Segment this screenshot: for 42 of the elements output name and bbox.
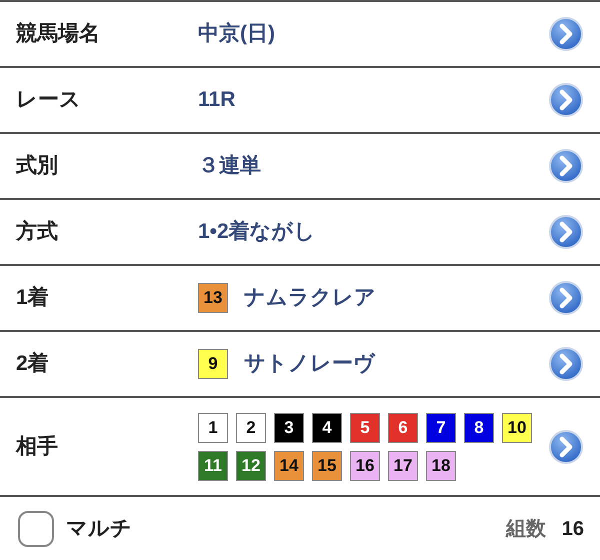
row-label: 2着 [16, 350, 50, 378]
horse-name: サトノレーヴ [244, 351, 375, 378]
row-value: 11R [198, 87, 236, 114]
number-badge: 13 [198, 283, 228, 313]
number-badge: 6 [388, 412, 418, 442]
number-badge: 1 [198, 412, 228, 442]
horse-name: ナムラクレア [244, 285, 376, 312]
row-value: 1•2着ながし [198, 218, 316, 246]
number-badge: 3 [274, 412, 304, 442]
number-badge: 4 [312, 412, 342, 442]
row-label: 方式 [16, 218, 59, 246]
number-badge: 2 [236, 412, 266, 442]
number-badge: 7 [426, 412, 456, 442]
count-label: 組数 [506, 517, 546, 542]
number-badge: 18 [426, 450, 456, 480]
row-label: 式別 [16, 153, 59, 180]
chevron-right-icon[interactable] [548, 428, 584, 464]
row-value: ３連単 [198, 153, 261, 180]
row-label: 相手 [16, 434, 59, 460]
row-label: レース [16, 87, 82, 114]
number-badge: 14 [274, 450, 304, 480]
chevron-right-icon[interactable] [548, 280, 584, 316]
chevron-right-icon[interactable] [548, 16, 584, 52]
number-badge: 12 [236, 450, 266, 480]
chevron-right-icon[interactable] [548, 346, 584, 382]
chevron-right-icon[interactable] [548, 82, 584, 118]
number-badge: 8 [464, 412, 494, 442]
number-badge: 15 [312, 450, 342, 480]
row-value: 中京(日) [198, 20, 275, 48]
count-value: 16 [562, 517, 584, 542]
number-badge: 5 [350, 412, 380, 442]
number-badge: 17 [388, 450, 418, 480]
checkbox-label: マルチ [66, 516, 132, 542]
number-badge: 11 [198, 450, 228, 480]
row-label: 1着 [16, 284, 50, 312]
chevron-right-icon[interactable] [548, 214, 584, 250]
number-badge: 16 [350, 450, 380, 480]
number-badge: 10 [502, 412, 532, 442]
number-badge: 9 [198, 349, 228, 379]
row-label: 競馬場名 [16, 21, 101, 48]
chevron-right-icon[interactable] [548, 148, 584, 184]
checkbox[interactable] [18, 511, 54, 547]
